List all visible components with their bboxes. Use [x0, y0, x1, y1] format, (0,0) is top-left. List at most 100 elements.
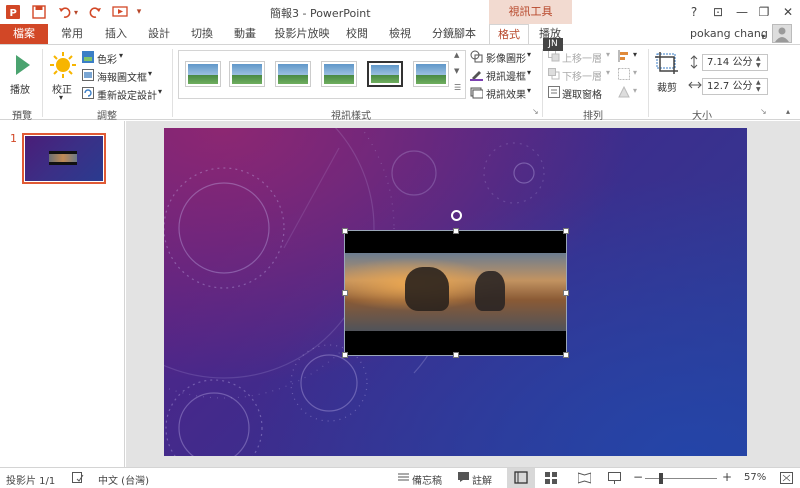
video-object[interactable] [344, 230, 567, 356]
comments-button[interactable]: 註解 [472, 472, 492, 487]
minimize-icon[interactable]: — [732, 3, 752, 21]
gallery-scroll-up-icon[interactable]: ▲ [454, 51, 459, 59]
zoom-level[interactable]: 57% [744, 472, 766, 483]
video-shape-button[interactable]: 影像圖形 [486, 50, 526, 65]
poster-frame-dropdown-icon[interactable]: ▾ [148, 69, 152, 78]
dialog-launcher-icon[interactable]: ↘ [760, 107, 767, 116]
resize-handle-bottom[interactable] [453, 352, 459, 358]
slide-sorter-view-icon[interactable] [545, 472, 557, 487]
video-style-thumbnail[interactable] [275, 61, 311, 87]
send-backward-button[interactable]: 下移一層 [562, 68, 602, 83]
resize-handle-top[interactable] [453, 228, 459, 234]
video-shape-dropdown-icon[interactable]: ▾ [527, 50, 531, 59]
reading-view-icon[interactable] [577, 472, 592, 487]
color-icon[interactable] [82, 51, 94, 66]
tab-format[interactable]: 格式 [489, 24, 529, 44]
tab-view[interactable]: 檢視 [384, 24, 416, 44]
video-border-button[interactable]: 視訊邊框 [486, 68, 526, 83]
customize-quick-access-icon[interactable]: ▾ [134, 3, 144, 21]
reset-design-button[interactable]: 重新設定設計 [97, 87, 157, 102]
language-status[interactable]: 中文 (台灣) [98, 472, 149, 487]
spellcheck-icon[interactable] [72, 472, 84, 486]
color-button[interactable]: 色彩 [97, 51, 117, 66]
poster-frame-icon[interactable] [82, 69, 94, 84]
tab-insert[interactable]: 插入 [100, 24, 132, 44]
video-style-thumbnail[interactable] [413, 61, 449, 87]
notes-button[interactable]: 備忘稿 [412, 472, 442, 487]
gallery-more-icon[interactable]: ☰ [454, 83, 461, 92]
slideshow-view-icon[interactable] [608, 472, 621, 487]
ribbon: 播放 預覽 校正 ▾ 色彩 ▾ 海報圖文框 ▾ 重新設定設計 ▾ 調整 ▲ ▼ … [0, 44, 800, 122]
video-shape-icon[interactable] [470, 50, 483, 66]
video-border-icon[interactable] [470, 68, 483, 84]
video-effects-button[interactable]: 視訊效果 [486, 86, 526, 101]
tab-file[interactable]: 檔案 [0, 24, 48, 44]
tab-home[interactable]: 常用 [56, 24, 88, 44]
height-spinner-icon[interactable]: ▲ ▼ [756, 55, 761, 69]
close-icon[interactable]: ✕ [778, 3, 798, 21]
tab-design[interactable]: 設計 [143, 24, 175, 44]
group-dropdown-icon[interactable]: ▾ [633, 68, 637, 77]
tab-review[interactable]: 校閱 [341, 24, 373, 44]
save-icon[interactable] [30, 3, 48, 21]
resize-handle-bottom-right[interactable] [563, 352, 569, 358]
dialog-launcher-icon[interactable]: ↘ [532, 107, 539, 116]
notes-icon[interactable] [398, 472, 409, 485]
bring-forward-button[interactable]: 上移一層 [562, 50, 602, 65]
send-backward-dropdown-icon[interactable]: ▾ [606, 68, 610, 77]
video-effects-dropdown-icon[interactable]: ▾ [527, 86, 531, 95]
tab-animations[interactable]: 動畫 [229, 24, 261, 44]
resize-handle-left[interactable] [342, 290, 348, 296]
video-styles-gallery[interactable] [178, 50, 466, 99]
resize-handle-top-right[interactable] [563, 228, 569, 234]
selection-pane-button[interactable]: 選取窗格 [562, 86, 602, 101]
zoom-slider-track[interactable] [645, 478, 717, 479]
collapse-ribbon-icon[interactable]: ▴ [786, 107, 790, 116]
reset-design-dropdown-icon[interactable]: ▾ [158, 87, 162, 96]
width-spinner-icon[interactable]: ▲ ▼ [756, 79, 761, 93]
normal-view-button[interactable] [507, 468, 535, 488]
tab-slideshow[interactable]: 投影片放映 [272, 24, 332, 44]
bring-forward-dropdown-icon[interactable]: ▾ [606, 50, 610, 59]
corrections-button[interactable]: 校正 ▾ [48, 51, 78, 103]
fit-slide-to-window-icon[interactable] [780, 472, 793, 487]
video-style-thumbnail[interactable] [321, 61, 357, 87]
selection-pane-icon [548, 86, 560, 101]
video-style-thumbnail[interactable] [185, 61, 221, 87]
gallery-scroll-down-icon[interactable]: ▼ [454, 67, 459, 75]
slide-thumbnail[interactable] [22, 133, 106, 184]
resize-handle-right[interactable] [563, 290, 569, 296]
slide-count[interactable]: 投影片 1/1 [6, 472, 55, 487]
align-dropdown-icon[interactable]: ▾ [633, 50, 637, 59]
resize-handle-bottom-left[interactable] [342, 352, 348, 358]
poster-frame-button[interactable]: 海報圖文框 [97, 69, 147, 84]
color-dropdown-icon[interactable]: ▾ [119, 51, 123, 60]
zoom-in-button[interactable]: + [722, 470, 732, 484]
play-button[interactable]: 播放 [8, 53, 36, 99]
start-from-beginning-icon[interactable] [110, 3, 130, 21]
user-name[interactable]: pokang chang [690, 27, 768, 40]
video-tools-context-label: 視訊工具 [489, 0, 572, 24]
redo-icon[interactable] [86, 3, 104, 21]
ribbon-display-options-icon[interactable]: ⊡ [708, 3, 728, 21]
comments-icon[interactable] [458, 472, 469, 485]
zoom-out-button[interactable]: − [633, 470, 643, 484]
tab-transitions[interactable]: 切換 [186, 24, 218, 44]
resize-handle-top-left[interactable] [342, 228, 348, 234]
video-style-thumbnail[interactable] [229, 61, 265, 87]
crop-button[interactable]: 裁剪 [654, 51, 682, 99]
zoom-slider-thumb[interactable] [659, 473, 663, 484]
help-icon[interactable]: ? [684, 3, 704, 21]
reset-design-icon[interactable] [82, 87, 94, 102]
user-dropdown-icon[interactable]: ▾ [758, 27, 768, 45]
video-style-thumbnail[interactable] [367, 61, 403, 87]
restore-icon[interactable]: ❐ [754, 3, 774, 21]
avatar[interactable] [772, 24, 792, 43]
tab-storyboard[interactable]: 分鏡腳本 [428, 24, 480, 44]
undo-dropdown-icon[interactable]: ▾ [72, 3, 80, 21]
align-icon[interactable] [618, 50, 630, 65]
video-border-dropdown-icon[interactable]: ▾ [527, 68, 531, 77]
video-effects-icon[interactable] [470, 86, 484, 102]
rotation-handle[interactable] [451, 210, 462, 221]
rotate-dropdown-icon[interactable]: ▾ [633, 86, 637, 95]
